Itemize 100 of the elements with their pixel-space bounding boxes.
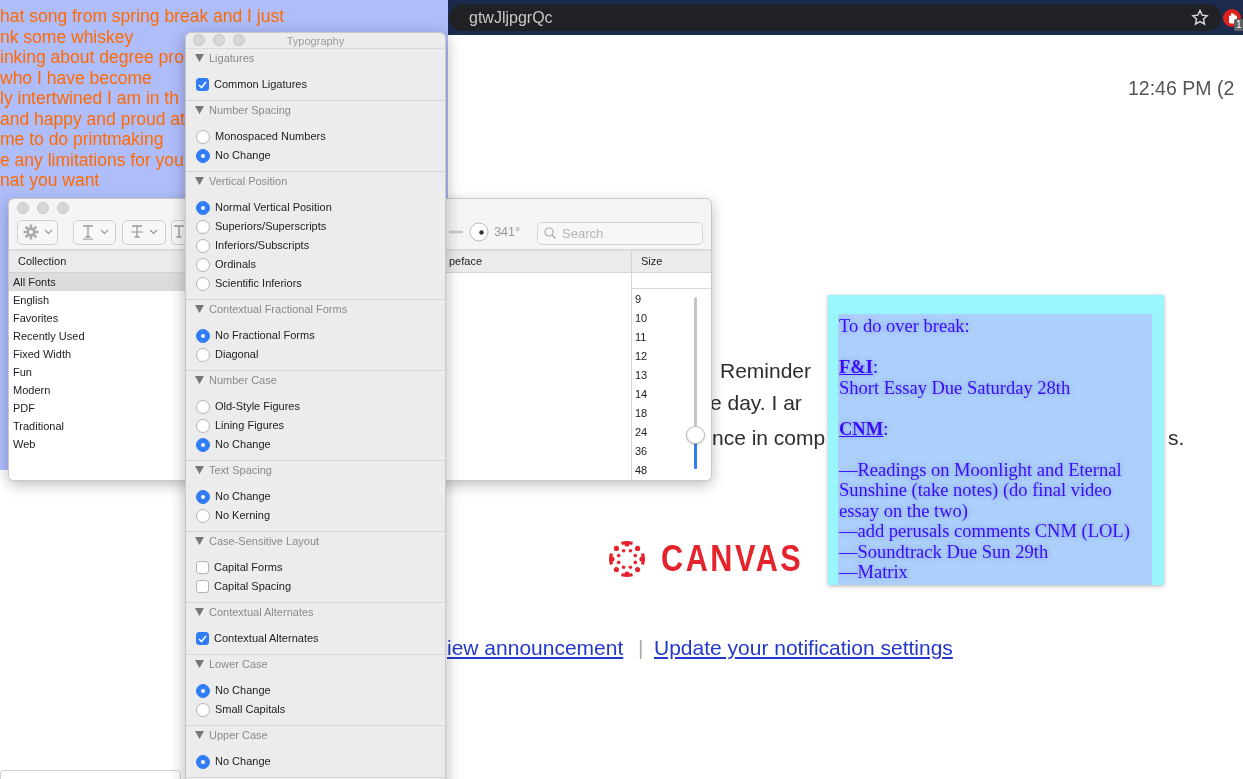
option-label[interactable]: No Change [215,682,271,699]
size-item[interactable]: 11 [632,328,711,347]
radio-button[interactable] [196,148,210,163]
star-icon[interactable] [1191,8,1209,27]
section-title: Text Spacing [209,462,272,478]
option-label[interactable]: Normal Vertical Position [215,199,332,216]
checkbox[interactable] [196,78,209,91]
window-control[interactable] [37,202,49,214]
option-label[interactable]: Lining Figures [215,417,285,434]
rotation-knob[interactable] [469,222,490,243]
underline-dropdown[interactable] [73,219,116,245]
option-label[interactable]: Old-Style Figures [215,398,300,415]
note-text: and happy and proud at [0,108,185,129]
link[interactable]: iew announcement [447,632,624,664]
radio-button[interactable] [196,754,210,769]
radio-button[interactable] [196,129,210,144]
strikethrough-dropdown[interactable] [122,219,166,245]
option-label[interactable]: Diagonal [215,346,259,363]
radio-button[interactable] [196,437,210,452]
collection-item[interactable]: Modern [9,381,186,399]
radio-button[interactable] [196,238,210,253]
size-item[interactable]: 36 [632,442,711,461]
option-label[interactable]: Common Ligatures [214,76,307,93]
radio-button[interactable] [196,399,210,414]
collection-item[interactable]: All Fonts [9,273,186,291]
note-text: ly intertwined I am in th [0,88,179,109]
window-control[interactable] [213,34,225,46]
column-header[interactable]: peface [449,255,483,267]
note-text: hat song from spring break and I just [0,6,285,27]
column-header[interactable]: Size [641,255,663,267]
option-label[interactable]: Capital Spacing [214,578,292,595]
collection-item[interactable]: Fun [9,363,186,381]
radio-button[interactable] [196,508,210,523]
logo-text: CANVAS [661,539,804,579]
option-label[interactable]: Ordinals [215,256,256,273]
collection-item[interactable]: English [9,291,186,309]
collection-item[interactable]: PDF [9,399,186,417]
action-dropdown[interactable] [17,219,58,245]
chevron-icon [149,229,158,236]
window-control[interactable] [193,34,205,46]
link[interactable]: Update your notification settings [654,632,953,664]
size-item[interactable]: 12 [632,347,711,366]
radio-button[interactable] [196,489,210,504]
collection-item[interactable]: Fixed Width [9,345,186,363]
radio-button[interactable] [196,257,210,272]
disclosure-triangle-icon[interactable] [195,106,204,114]
option-label[interactable]: Monospaced Numbers [215,128,326,145]
size-item[interactable]: 13 [632,366,711,385]
radio-button[interactable] [196,328,210,343]
collection-item[interactable]: Web [9,435,186,453]
radio-button[interactable] [196,418,210,433]
window-control[interactable] [233,34,245,46]
radio-button[interactable] [196,200,210,215]
rotation-value: 341° [494,223,520,241]
checkbox[interactable] [196,561,209,574]
radio-button[interactable] [196,347,210,362]
option-label[interactable]: Scientific Inferiors [215,275,302,292]
option-label[interactable]: Inferiors/Subscripts [215,237,310,254]
radio-button[interactable] [196,219,210,234]
column-header[interactable]: Collection [18,255,67,267]
option-label[interactable]: Superiors/Superscripts [215,218,327,235]
section-title: Upper Case [209,727,268,743]
option-label[interactable]: No Kerning [215,507,271,524]
window-control[interactable] [17,202,29,214]
option-label[interactable]: No Change [215,147,271,164]
address-bar[interactable]: gtwJljpgrQc [449,4,1221,31]
collection-item[interactable]: Favorites [9,309,186,327]
size-item[interactable]: 10 [632,309,711,328]
size-item[interactable]: 48 [632,461,711,480]
disclosure-triangle-icon[interactable] [195,177,204,185]
option-label[interactable]: No Change [215,753,271,770]
disclosure-triangle-icon[interactable] [195,466,204,474]
size-item[interactable]: 24 [632,423,711,442]
slider-thumb[interactable] [686,425,705,444]
disclosure-triangle-icon[interactable] [195,608,204,616]
collection-item[interactable]: Recently Used [9,327,186,345]
slider-track[interactable] [449,230,464,235]
disclosure-triangle-icon[interactable] [195,54,204,62]
size-item[interactable]: 18 [632,404,711,423]
disclosure-triangle-icon[interactable] [195,537,204,545]
size-item[interactable]: 9 [632,290,711,309]
option-label[interactable]: Capital Forms [214,559,283,576]
option-label[interactable]: No Change [215,488,271,505]
option-label[interactable]: No Fractional Forms [215,327,315,344]
disclosure-triangle-icon[interactable] [195,731,204,739]
checkbox[interactable] [196,632,209,645]
collection-item[interactable]: Traditional [9,417,186,435]
option-label[interactable]: Small Capitals [215,701,286,718]
radio-button[interactable] [196,276,210,291]
checkbox[interactable] [196,580,209,593]
window-control[interactable] [57,202,69,214]
disclosure-triangle-icon[interactable] [195,305,204,313]
radio-button[interactable] [196,702,210,717]
disclosure-triangle-icon[interactable] [195,660,204,668]
option-label[interactable]: Contextual Alternates [214,630,319,647]
size-item[interactable]: 14 [632,385,711,404]
option-label[interactable]: No Change [215,436,271,453]
search-field[interactable]: Search [537,221,703,245]
disclosure-triangle-icon[interactable] [195,376,204,384]
radio-button[interactable] [196,683,210,698]
